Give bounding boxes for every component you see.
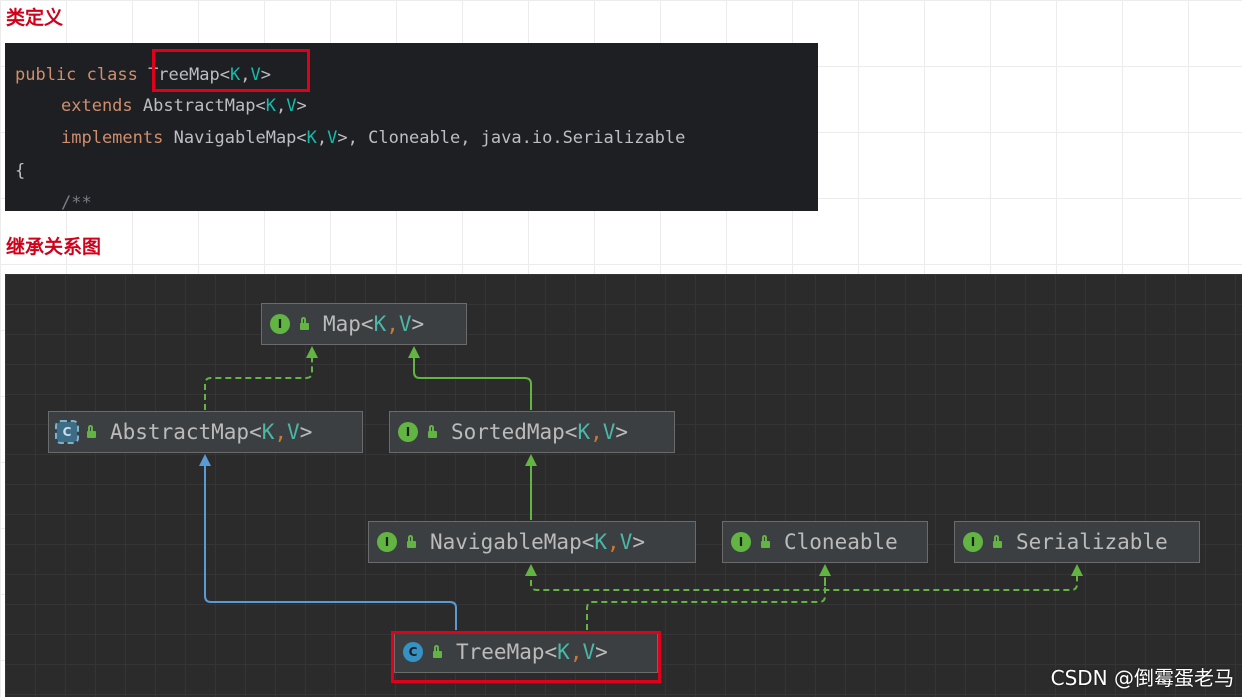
node-navigablemap[interactable]: I NavigableMap< K, V >: [368, 521, 696, 563]
arrowhead-serializable: [1071, 564, 1083, 576]
interface-icon: I: [963, 532, 983, 552]
node-name: SortedMap<: [451, 420, 578, 444]
code-punct: >, Cloneable, java.io.Serializable: [337, 128, 686, 148]
interface-icon: I: [270, 314, 290, 334]
section-heading-inheritance: 继承关系图: [6, 236, 102, 258]
interface-icon: I: [377, 532, 397, 552]
public-lock-icon: [407, 535, 416, 548]
type-param-k: K: [577, 420, 591, 444]
type-param-separator: ,: [607, 530, 620, 554]
type-param-v: V: [398, 312, 412, 336]
arrowhead-cloneable: [819, 564, 831, 576]
code-punct: ,: [316, 128, 328, 148]
code-keyword: extends: [61, 96, 143, 116]
code-punct: >: [296, 96, 307, 116]
treemap-highlight-box: [391, 631, 661, 683]
section-heading-class-definition: 类定义: [6, 7, 64, 29]
code-type-param: V: [327, 128, 338, 148]
arrowhead-sortedmap: [525, 454, 537, 466]
type-param-k: K: [373, 312, 387, 336]
edge-to-navigablemap: [530, 570, 1078, 591]
arrowhead-map-right: [408, 346, 420, 358]
public-lock-icon: [300, 317, 309, 330]
code-comment: /**: [61, 193, 92, 211]
node-serializable[interactable]: I Serializable: [954, 521, 1200, 563]
type-param-separator: ,: [386, 312, 399, 336]
public-lock-icon: [761, 535, 770, 548]
inheritance-diagram: I Map< K, V > C AbstractMap< K, V > I Sorted…: [5, 274, 1242, 697]
node-name: Map<: [323, 312, 374, 336]
code-line: implements NavigableMap<K,V>, Cloneable,…: [61, 128, 685, 148]
node-name: NavigableMap<: [430, 530, 595, 554]
node-name-end: >: [299, 420, 313, 444]
code-type-param: V: [286, 96, 297, 116]
node-name: AbstractMap<: [110, 420, 262, 444]
node-sortedmap[interactable]: I SortedMap< K, V >: [389, 411, 675, 453]
code-type: AbstractMap<: [142, 96, 266, 116]
edge-treemap-to-interfaces: [586, 576, 826, 630]
type-param-k: K: [261, 420, 275, 444]
public-lock-icon: [993, 535, 1002, 548]
node-name-end: >: [411, 312, 425, 336]
interface-icon: I: [398, 422, 418, 442]
public-lock-icon: [87, 425, 96, 438]
code-line: {: [15, 161, 26, 181]
code-line: extends AbstractMap<K,V>: [61, 96, 307, 116]
node-map[interactable]: I Map< K, V >: [261, 303, 467, 345]
arrowhead-abstractmap: [199, 454, 211, 466]
code-type-param: K: [306, 128, 317, 148]
abstract-class-icon: C: [55, 420, 79, 444]
code-type-param: K: [265, 96, 276, 116]
public-lock-icon: [428, 425, 437, 438]
type-param-v: V: [619, 530, 633, 554]
class-name-highlight-box: [152, 49, 310, 92]
edge-sortedmap-to-map: [413, 350, 532, 410]
node-abstractmap[interactable]: C AbstractMap< K, V >: [48, 411, 363, 453]
edge-abstractmap-to-map: [204, 350, 313, 410]
code-keyword: public class: [15, 65, 149, 85]
watermark: CSDN @倒霉蛋老马: [1050, 666, 1234, 690]
type-param-separator: ,: [590, 420, 603, 444]
node-name: Serializable: [1016, 530, 1168, 554]
type-param-separator: ,: [274, 420, 288, 444]
code-block: public class TreeMap<K,V> extends Abstra…: [5, 43, 818, 211]
code-keyword: implements: [61, 128, 174, 148]
arrowhead-map-left: [306, 346, 318, 358]
node-name-end: >: [632, 530, 645, 554]
node-name: Cloneable: [784, 530, 898, 554]
node-cloneable[interactable]: I Cloneable: [722, 521, 928, 563]
node-name-end: >: [615, 420, 629, 444]
type-param-k: K: [594, 530, 608, 554]
arrowhead-navigablemap: [525, 564, 537, 576]
interface-icon: I: [731, 532, 751, 552]
code-type: NavigableMap<: [173, 128, 307, 148]
type-param-v: V: [287, 420, 300, 444]
code-punct: ,: [275, 96, 287, 116]
type-param-v: V: [602, 420, 616, 444]
